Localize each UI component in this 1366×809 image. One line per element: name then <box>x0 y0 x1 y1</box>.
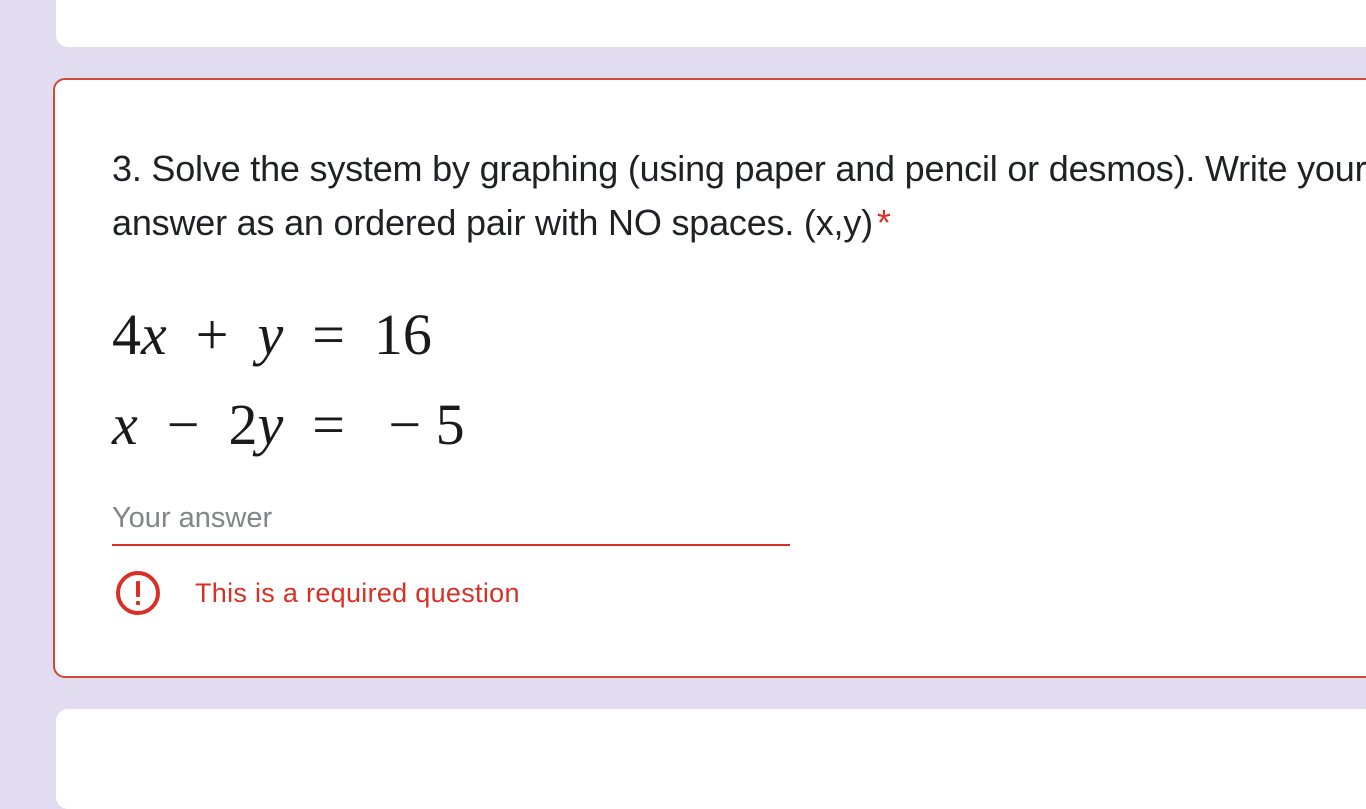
equation-line-1: 4x + y = 16 <box>112 302 432 367</box>
error-circle-icon <box>115 570 161 616</box>
question-title-text: 3. Solve the system by graphing (using p… <box>112 148 1366 243</box>
required-asterisk: * <box>876 202 891 243</box>
error-message: This is a required question <box>195 577 520 608</box>
next-question-card <box>56 709 1366 809</box>
error-message-row: This is a required question <box>115 568 520 618</box>
answer-input[interactable] <box>112 492 790 546</box>
question-card: 3. Solve the system by graphing (using p… <box>53 78 1366 678</box>
previous-question-card <box>56 0 1366 47</box>
question-title: 3. Solve the system by graphing (using p… <box>112 142 1366 250</box>
equation-line-2: x − 2y = − 5 <box>112 392 465 457</box>
equation-image: 4x + y = 16 x − 2y = − 5 <box>112 290 465 470</box>
